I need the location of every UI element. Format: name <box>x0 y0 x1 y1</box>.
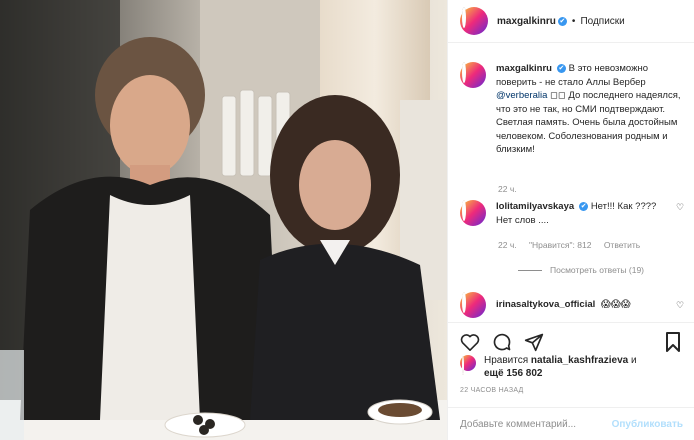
comment-text: lolitamilyavskaya ✔ Нет!!! Как ???? Нет с… <box>496 200 668 227</box>
comment-input[interactable] <box>460 418 612 430</box>
comment-like-icon[interactable]: ♡ <box>676 202 684 213</box>
comment-avatar[interactable] <box>460 200 486 226</box>
author-avatar[interactable] <box>460 7 488 35</box>
comment-time[interactable]: 22 ч. <box>498 240 517 250</box>
liker-username[interactable]: natalia_kashfrazieva <box>531 355 628 366</box>
comment-item: irinasaltykova_official 😱😱😱 <box>460 292 631 318</box>
post-header: maxgalkinru ✔ • Подписки <box>448 0 694 43</box>
caption-meta: 22 ч. <box>498 184 527 194</box>
comment-username[interactable]: lolitamilyavskaya <box>496 201 574 212</box>
publish-button[interactable]: Опубликовать <box>612 419 683 430</box>
likes-count[interactable]: ещё 156 802 <box>484 368 543 379</box>
share-icon[interactable] <box>524 332 544 352</box>
heart-icon[interactable] <box>460 332 480 352</box>
comments-list[interactable]: maxgalkinru ✔ В это невозможно поверить -… <box>448 44 694 322</box>
caption-username[interactable]: maxgalkinru <box>496 63 552 74</box>
comment-likes[interactable]: "Нравится": 812 <box>529 240 591 250</box>
comment-avatar[interactable] <box>460 292 486 318</box>
post-photo[interactable] <box>0 0 447 440</box>
reply-button[interactable]: Ответить <box>604 240 640 250</box>
likes-summary: Нравится natalia_kashfrazieva и ещё 156 … <box>460 354 637 380</box>
likes-prefix: Нравится <box>484 355 529 366</box>
post-panel: maxgalkinru ✔ • Подписки maxgalkinru ✔ В … <box>447 0 694 440</box>
comment-form: Опубликовать <box>448 407 694 440</box>
following-button[interactable]: Подписки <box>580 16 624 27</box>
comment-body: 😱😱😱 <box>600 299 631 310</box>
liker-avatar[interactable] <box>460 355 476 375</box>
author-username[interactable]: maxgalkinru <box>497 16 556 27</box>
comment-username[interactable]: irinasaltykova_official <box>496 299 595 310</box>
replies-divider <box>518 269 542 271</box>
post-photo-image <box>0 0 447 440</box>
post-timestamp[interactable]: 22 ЧАСОВ НАЗАД <box>460 387 524 394</box>
comment-item: lolitamilyavskaya ✔ Нет!!! Как ???? Нет с… <box>460 200 668 227</box>
caption: maxgalkinru ✔ В это невозможно поверить -… <box>460 62 684 157</box>
view-replies-button[interactable]: Посмотреть ответы (19) <box>518 265 644 275</box>
comment-text: irinasaltykova_official 😱😱😱 <box>496 298 631 318</box>
bookmark-icon[interactable] <box>663 331 683 352</box>
comment-meta: 22 ч. "Нравится": 812 Ответить <box>498 240 650 250</box>
verified-icon: ✔ <box>579 201 589 211</box>
likes-text[interactable]: Нравится natalia_kashfrazieva и ещё 156 … <box>484 354 637 380</box>
likes-joiner: и <box>630 355 637 366</box>
separator-dot: • <box>571 15 576 27</box>
comment-icon[interactable] <box>492 332 512 352</box>
caption-text: maxgalkinru ✔ В это невозможно поверить -… <box>496 62 684 157</box>
verified-icon: ✔ <box>556 63 566 73</box>
mention-link[interactable]: @verberalia <box>496 90 547 101</box>
comment-like-icon[interactable]: ♡ <box>676 300 684 311</box>
caption-time[interactable]: 22 ч. <box>498 184 517 194</box>
view-replies-label: Посмотреть ответы (19) <box>550 265 644 275</box>
verified-icon: ✔ <box>557 16 567 26</box>
caption-avatar[interactable] <box>460 62 486 88</box>
